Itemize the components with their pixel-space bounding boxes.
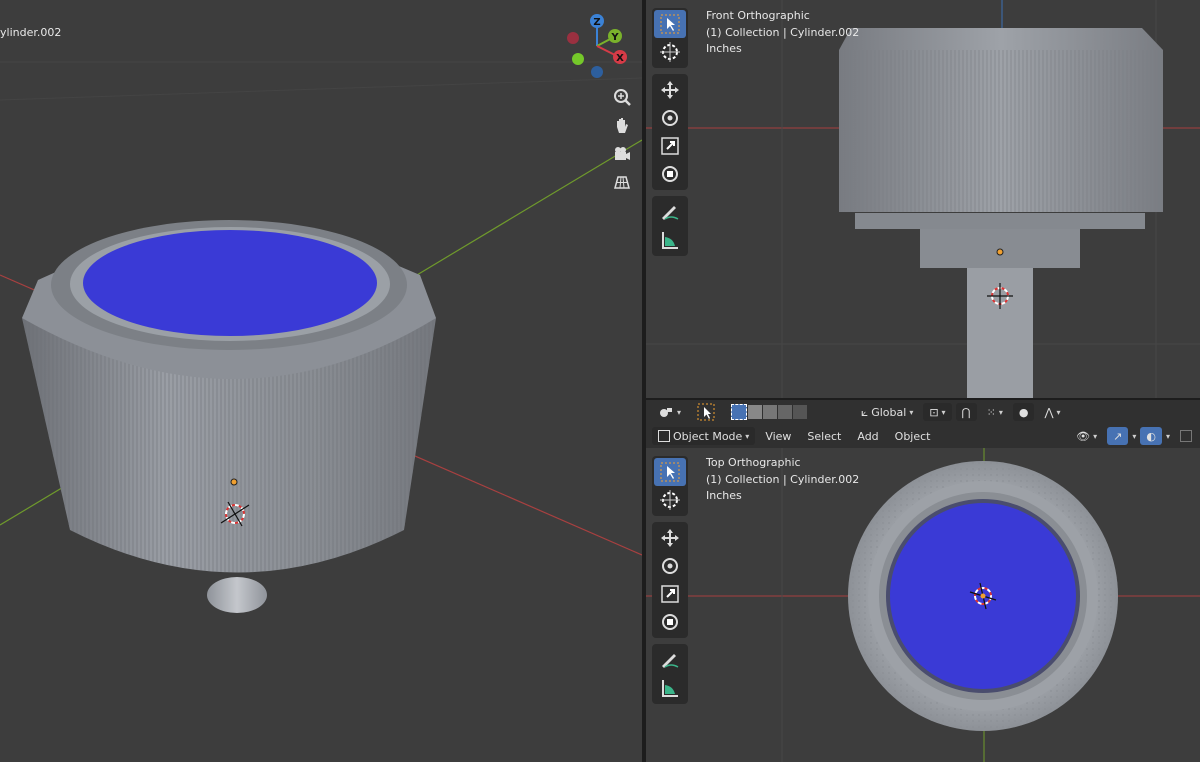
gizmo-z-label: Z: [593, 17, 600, 28]
ortho-grid-icon[interactable]: [608, 170, 636, 194]
front-collection-line: (1) Collection | Cylinder.002: [706, 25, 860, 39]
pivot-point-dropdown[interactable]: ⊡ ▾: [923, 403, 952, 421]
chevron-down-icon: ▾: [909, 407, 914, 417]
object-menu[interactable]: Object: [889, 427, 937, 445]
chevron-down-icon: ▾: [941, 407, 946, 417]
xray-icon: [1180, 430, 1192, 442]
top-toolbar: [652, 456, 688, 710]
measure-tool[interactable]: [654, 226, 686, 254]
falloff-curve-icon: ⋀: [1044, 405, 1054, 419]
select-new-icon[interactable]: [731, 404, 748, 420]
perspective-scene: Z Y X: [0, 14, 642, 613]
proportional-edit-toggle[interactable]: ●: [1012, 403, 1035, 421]
axis-gizmo[interactable]: Z Y X: [567, 14, 627, 78]
front-ortho-viewport[interactable]: Front Orthographic (1) Collection | Cyli…: [646, 0, 1200, 398]
transform-orientation-dropdown[interactable]: ⟀ Global ▾: [855, 403, 919, 421]
move-tool[interactable]: [654, 524, 686, 552]
add-menu[interactable]: Add: [851, 427, 884, 445]
rotate-tool[interactable]: [654, 552, 686, 580]
gizmo-icon: ↗: [1113, 429, 1123, 443]
select-menu[interactable]: Select: [801, 427, 847, 445]
top-units: Inches: [706, 489, 742, 502]
view-menu[interactable]: View: [759, 427, 797, 445]
chevron-down-icon: ▾: [1093, 431, 1098, 441]
object-mode-icon: [658, 430, 670, 442]
transform-tool[interactable]: [654, 160, 686, 188]
top-view-name: Top Orthographic: [706, 456, 801, 469]
front-units: Inches: [706, 42, 742, 55]
gizmo-x-label: X: [616, 53, 624, 64]
select-tool-header-button[interactable]: [691, 403, 721, 421]
mode-label: Object Mode: [673, 429, 743, 443]
measure-tool[interactable]: [654, 674, 686, 702]
overlays-toggle[interactable]: ◐: [1140, 427, 1162, 445]
gizmo-y-label: Y: [610, 32, 619, 43]
select-box-tool[interactable]: [654, 10, 686, 38]
annotate-tool[interactable]: [654, 198, 686, 226]
snap-toggle[interactable]: ⋂: [955, 403, 977, 421]
select-invert-icon[interactable]: [778, 405, 793, 419]
pivot-point-icon: ⊡: [929, 405, 939, 419]
front-toolbar: [652, 8, 688, 262]
top-ortho-viewport[interactable]: Top Orthographic (1) Collection | Cylind…: [646, 448, 1200, 762]
chevron-down-icon[interactable]: ▾: [1132, 432, 1136, 441]
editor-type-button[interactable]: ▾: [652, 403, 687, 421]
front-view-info: Front Orthographic (1) Collection | Cyli…: [706, 8, 859, 58]
move-tool[interactable]: [654, 76, 686, 104]
camera-icon[interactable]: [608, 142, 636, 166]
snap-target-dropdown[interactable]: ⁙ ▾: [981, 403, 1009, 421]
select-box-icon: [697, 403, 715, 421]
pan-hand-icon[interactable]: [608, 114, 636, 138]
xray-toggle[interactable]: [1174, 427, 1198, 445]
viewport-header-tools: ▾ ⟀ Global ▾ ⊡ ▾ ⋂ ⁙ ▾ ● ⋀ ▾: [646, 400, 1200, 424]
visibility-dropdown[interactable]: 👁 ▾: [1070, 427, 1103, 445]
chevron-down-icon: ▾: [1056, 407, 1061, 417]
select-box-tool[interactable]: [654, 458, 686, 486]
eye-icon: 👁: [1076, 429, 1091, 443]
blue-cap-face: [83, 230, 377, 336]
chevron-down-icon: ▾: [677, 407, 682, 417]
overlays-icon: ◐: [1146, 429, 1156, 443]
front-view-name: Front Orthographic: [706, 9, 810, 22]
editor-type-icon: [660, 408, 672, 417]
proportional-edit-icon: ●: [1018, 405, 1029, 419]
falloff-dropdown[interactable]: ⋀ ▾: [1038, 403, 1066, 421]
orientation-axes-icon: ⟀: [861, 404, 869, 419]
front-scene: [646, 0, 1200, 398]
select-subtract-icon[interactable]: [763, 405, 778, 419]
rotate-tool[interactable]: [654, 104, 686, 132]
zoom-icon[interactable]: [608, 85, 636, 109]
transform-orientation-label: Global: [871, 405, 907, 419]
select-intersect-icon[interactable]: [793, 405, 808, 419]
cursor-tool[interactable]: [654, 38, 686, 66]
top-collection-line: (1) Collection | Cylinder.002: [706, 472, 860, 486]
perspective-viewport[interactable]: Z Y X ylinder.002: [0, 0, 642, 762]
chevron-down-icon: ▾: [998, 407, 1003, 417]
mode-dropdown[interactable]: Object Mode ▾: [652, 427, 756, 445]
object-label: ylinder.002: [0, 26, 62, 39]
selection-mode-buttons[interactable]: [725, 403, 813, 421]
magnet-icon: ⋂: [961, 405, 971, 419]
select-extend-icon[interactable]: [748, 405, 763, 419]
scale-tool[interactable]: [654, 132, 686, 160]
object-origin: [230, 478, 238, 486]
chevron-down-icon[interactable]: ▾: [1166, 432, 1170, 441]
chevron-down-icon: ▾: [745, 431, 750, 441]
annotate-tool[interactable]: [654, 646, 686, 674]
cursor-tool[interactable]: [654, 486, 686, 514]
scale-tool[interactable]: [654, 580, 686, 608]
gizmo-toggle[interactable]: ↗: [1107, 427, 1129, 445]
top-view-info: Top Orthographic (1) Collection | Cylind…: [706, 455, 859, 505]
viewport-header-menus: Object Mode ▾ View Select Add Object 👁 ▾ …: [646, 424, 1200, 448]
snap-grid-icon: ⁙: [986, 405, 996, 419]
transform-tool[interactable]: [654, 608, 686, 636]
